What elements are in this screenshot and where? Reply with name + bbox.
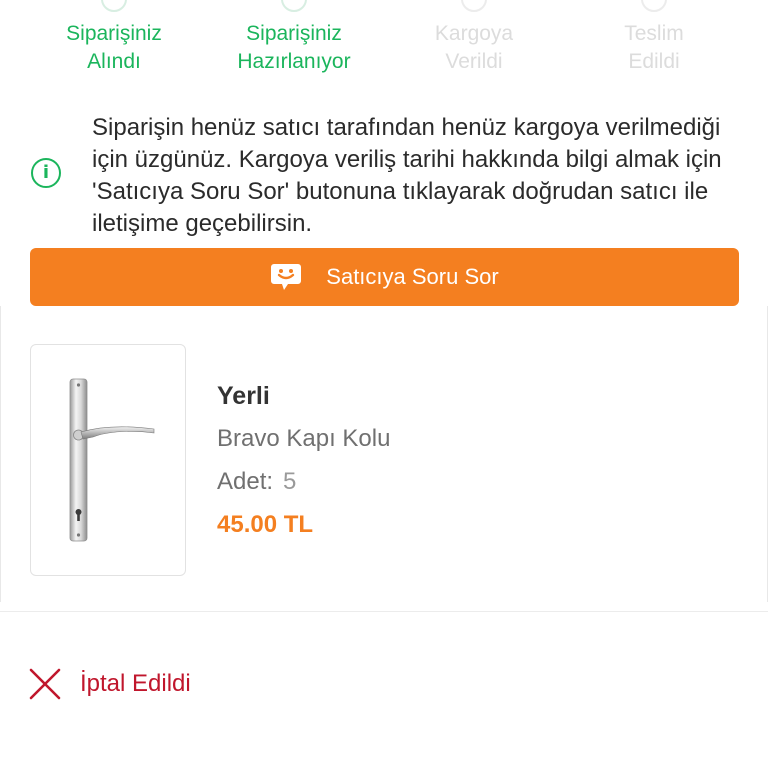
close-x-icon (29, 668, 61, 700)
step-label-line2: Verildi (445, 50, 503, 73)
step-label-line2: Hazırlanıyor (237, 50, 351, 73)
ask-seller-button[interactable]: Satıcıya Soru Sor (30, 248, 739, 306)
info-icon: i (31, 158, 61, 188)
step-order-received: Siparişiniz Alındı (24, 0, 204, 76)
shipping-delay-notice: i Siparişin henüz satıcı tarafından henü… (0, 110, 768, 242)
step-label-line2: Alındı (87, 50, 141, 73)
product-price: 45.00 TL (217, 511, 314, 538)
status-text: İptal Edildi (80, 670, 191, 697)
order-detail-page: Siparişiniz Alındı Siparişiniz Hazırlanı… (0, 0, 768, 768)
step-shipped: Kargoya Verildi (384, 0, 564, 76)
product-quantity: Adet: 5 (217, 468, 296, 496)
step-delivered: Teslim Edildi (564, 0, 744, 76)
notice-text: Siparişin henüz satıcı tarafından henüz … (92, 114, 722, 237)
product-brand: Yerli (217, 382, 270, 410)
product-name[interactable]: Bravo Kapı Kolu (217, 425, 390, 453)
product-image[interactable] (30, 344, 186, 576)
card-edge-left (0, 306, 1, 602)
chat-smile-icon (271, 264, 302, 290)
door-handle-image (69, 378, 155, 542)
order-status-cancelled: İptal Edildi (28, 666, 191, 702)
step-label-line2: Edildi (628, 50, 680, 73)
quantity-value: 5 (283, 468, 297, 495)
product-card[interactable]: Yerli Bravo Kapı Kolu Adet: 5 45.00 TL (0, 306, 768, 612)
step-order-preparing: Siparişiniz Hazırlanıyor (204, 0, 384, 76)
quantity-label: Adet: (217, 468, 274, 495)
order-progress-stepper: Siparişiniz Alındı Siparişiniz Hazırlanı… (0, 0, 768, 84)
ask-seller-label: Satıcıya Soru Sor (326, 264, 499, 289)
